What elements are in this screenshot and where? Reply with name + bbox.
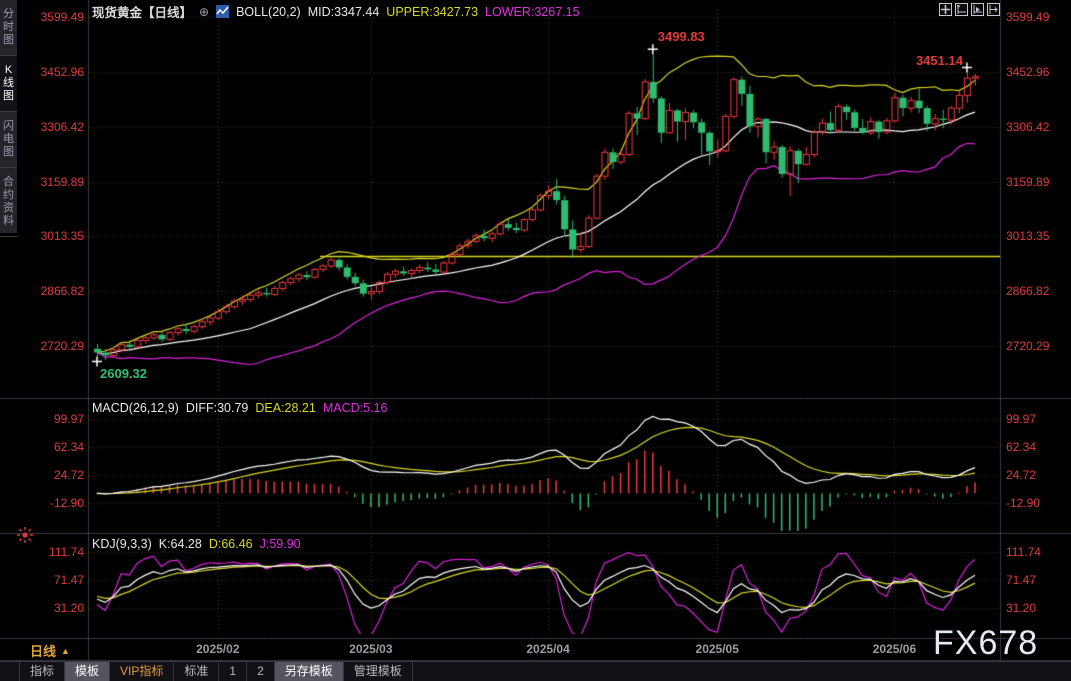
tab-save-template[interactable]: 另存模板 [274,662,344,681]
kdj-j-value: J:59.90 [259,537,301,551]
kdj-axis-label-right: 71.47 [1006,573,1037,587]
watermark: FX678 [933,624,1039,662]
tabbar-spacer [0,662,20,681]
trading-app: 分 时 图K 线 图闪 电 图合 约 资 料 现货黄金【日线】 ⊕ BOLL(2… [0,0,1071,681]
main-axis-label-right: 3452.96 [1006,64,1050,79]
boll-lower-value: LOWER:3267.15 [485,4,580,19]
main-axis-label-left: 3013.35 [40,229,84,244]
main-axis-label-left: 3306.42 [40,119,84,134]
macd-axis-label-left: 62.34 [53,440,84,454]
main-axis-label-left: 2866.82 [40,284,84,299]
scale-axis-icon[interactable] [955,3,968,16]
macd-dea-value: DEA:28.21 [255,401,316,415]
x-axis-date-label: 2025/04 [526,642,570,656]
main-axis-label-left: 3159.89 [40,174,84,189]
symbol-name: 现货黄金 [92,6,143,20]
main-axis-label-left: 3599.49 [40,10,84,24]
period-label: 【日线】 [142,6,193,20]
tab-standard[interactable]: 标准 [174,662,220,681]
sidebar-item-contract-info[interactable]: 合 约 资 料 [0,168,17,237]
macd-label: MACD(26,12,9) [92,401,179,415]
chart-type-icon[interactable] [216,5,230,18]
macd-header: MACD(26,12,9) DIFF:30.79 DEA:28.21 MACD:… [92,401,387,415]
price-annotation: 3499.83 [657,29,705,45]
crosshair-move-icon[interactable] [939,3,952,16]
boll-mid-value: MID:3347.44 [307,4,380,19]
main-axis-label-right: 2720.29 [1006,339,1050,353]
sidebar: 分 时 图K 线 图闪 电 图合 约 资 料 [0,0,17,237]
x-axis-date-label: 2025/06 [872,642,917,656]
macd-axis-label-left: 99.97 [53,412,84,426]
price-annotation: 2609.32 [100,365,147,381]
tab-templates[interactable]: 模板 [65,662,111,681]
tab-indicators[interactable]: 指标 [20,662,66,681]
shift-right-icon[interactable] [987,3,1000,16]
kdj-axis-label-left: 31.20 [53,601,84,615]
sidebar-item-kline-chart[interactable]: K 线 图 [0,56,17,112]
main-axis-label-right: 2866.82 [1006,284,1050,299]
macd-value: MACD:5.16 [322,401,388,415]
tab-vip-indicators[interactable]: VIP指标 [110,662,175,681]
alert-icon[interactable] [17,527,33,543]
chart-toolbar [939,3,1000,16]
main-axis-label-right: 3159.89 [1006,174,1050,189]
tab-preset-1[interactable]: 1 [219,662,248,681]
boll-upper-value: UPPER:3427.73 [386,4,479,19]
period-selector[interactable]: 日线 ▲ [30,641,70,660]
kdj-header: KDJ(9,3,3) K:64.28 D:66.46 J:59.90 [92,537,301,551]
sidebar-item-flash-chart[interactable]: 闪 电 图 [0,112,17,168]
macd-axis-label-right: 99.97 [1006,412,1037,426]
tab-manage-template[interactable]: 管理模板 [344,662,413,681]
main-axis-label-left: 2720.29 [40,339,84,353]
template-tabbar: 指标 模板 VIP指标 标准 1 2 另存模板 管理模板 [0,661,1071,681]
macd-axis-label-right: -12.90 [1006,496,1041,510]
tab-preset-2[interactable]: 2 [247,662,275,681]
sidebar-item-time-chart[interactable]: 分 时 图 [0,0,17,56]
macd-axis-label-left: 24.72 [53,468,84,482]
main-chart-header: 现货黄金【日线】 ⊕ BOLL(20,2) MID:3347.44 UPPER:… [92,2,580,21]
kdj-axis-label-left: 71.47 [53,573,84,587]
autoplay-icon[interactable] [971,3,984,16]
x-axis-date-label: 2025/02 [196,642,240,656]
symbol-title: 现货黄金【日线】 [92,2,192,21]
boll-label: BOLL(20,2) [236,4,301,19]
x-axis-date-label: 2025/05 [695,642,739,656]
kdj-axis-label-right: 111.74 [1006,545,1041,559]
expand-icon[interactable]: ⊕ [199,5,209,19]
main-axis-label-right: 3306.42 [1006,119,1050,134]
kdj-label: KDJ(9,3,3) [92,537,152,551]
macd-axis-label-right: 62.34 [1006,440,1037,454]
price-annotation: 3451.14 [915,52,963,68]
chevron-up-icon: ▲ [61,645,70,656]
kdj-k-value: K:64.28 [158,537,202,551]
macd-axis-label-right: 24.72 [1006,468,1037,482]
kdj-axis-label-left: 111.74 [49,545,84,559]
period-selector-label: 日线 [30,644,57,659]
main-axis-label-right: 3013.35 [1006,229,1050,244]
macd-axis-label-left: -12.90 [49,496,84,510]
main-axis-label-left: 3452.96 [40,64,84,79]
main-axis-label-right: 3599.49 [1006,10,1050,24]
macd-diff-value: DIFF:30.79 [185,401,249,415]
kdj-axis-label-right: 31.20 [1006,601,1037,615]
kdj-d-value: D:66.46 [208,537,253,551]
x-axis-date-label: 2025/03 [349,642,393,656]
chart-canvas[interactable] [0,0,1071,681]
